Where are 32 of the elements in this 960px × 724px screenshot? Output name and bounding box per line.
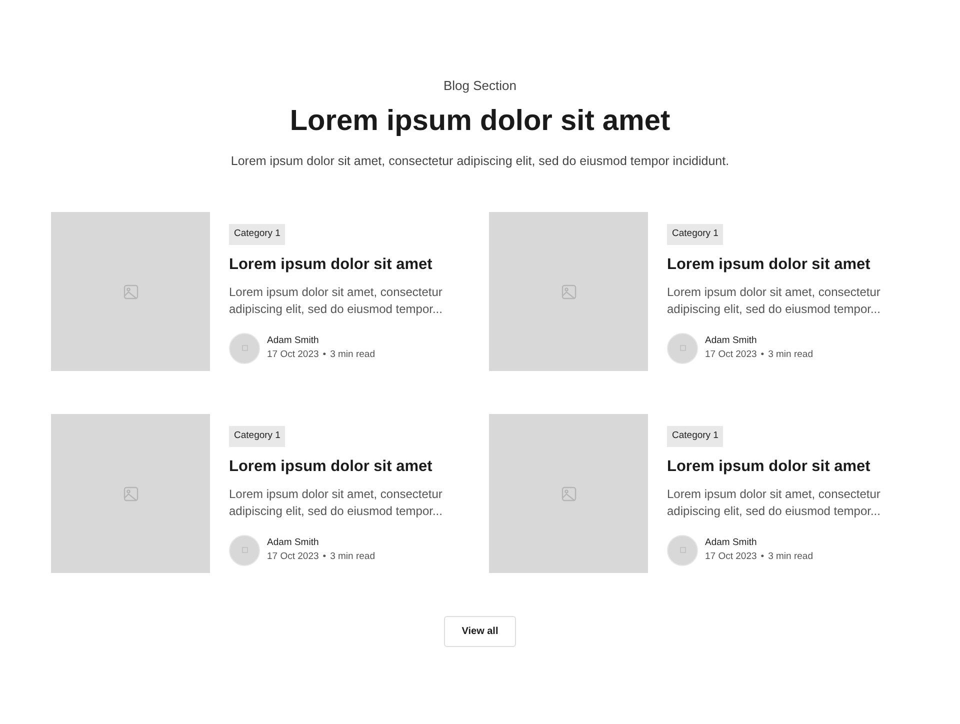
post-excerpt: Lorem ipsum dolor sit amet, consectetur adipiscing elit, sed do eiusmod tempor...	[667, 284, 882, 318]
category-tag: Category 1	[667, 224, 724, 244]
post-excerpt: Lorem ipsum dolor sit amet, consectetur adipiscing elit, sed do eiusmod tempor...	[229, 284, 444, 318]
read-time: 3 min read	[330, 550, 375, 564]
post-date: 17 Oct 2023	[267, 550, 319, 564]
separator-dot: •	[760, 550, 764, 564]
section-label: Blog Section	[444, 77, 516, 95]
post-date: 17 Oct 2023	[705, 550, 757, 564]
author-name: Adam Smith	[267, 536, 320, 550]
section-subtitle: Lorem ipsum dolor sit amet, consectetur adipiscing elit, sed do eiusmod tempor incididunt.	[230, 152, 730, 170]
separator-dot: •	[760, 348, 764, 362]
post-title: Lorem ipsum dolor sit amet	[667, 254, 870, 274]
post-title: Lorem ipsum dolor sit amet	[667, 456, 870, 476]
post-date: 17 Oct 2023	[705, 348, 757, 362]
read-time: 3 min read	[768, 550, 813, 564]
author-name: Adam Smith	[705, 334, 758, 348]
separator-dot: •	[322, 348, 326, 362]
post-date: 17 Oct 2023	[267, 348, 319, 362]
post-excerpt: Lorem ipsum dolor sit amet, consectetur adipiscing elit, sed do eiusmod tempor...	[667, 486, 882, 520]
author-name: Adam Smith	[705, 536, 758, 550]
author-name: Adam Smith	[267, 334, 320, 348]
category-tag: Category 1	[229, 224, 286, 244]
post-title: Lorem ipsum dolor sit amet	[229, 254, 432, 274]
category-tag: Category 1	[667, 426, 724, 446]
read-time: 3 min read	[768, 348, 813, 362]
separator-dot: •	[322, 550, 326, 564]
section-title: Lorem ipsum dolor sit amet	[290, 104, 670, 138]
read-time: 3 min read	[330, 348, 375, 362]
category-tag: Category 1	[229, 426, 286, 446]
post-excerpt: Lorem ipsum dolor sit amet, consectetur adipiscing elit, sed do eiusmod tempor...	[229, 486, 444, 520]
view-all-button[interactable]: View all	[444, 616, 516, 648]
post-title: Lorem ipsum dolor sit amet	[229, 456, 432, 476]
